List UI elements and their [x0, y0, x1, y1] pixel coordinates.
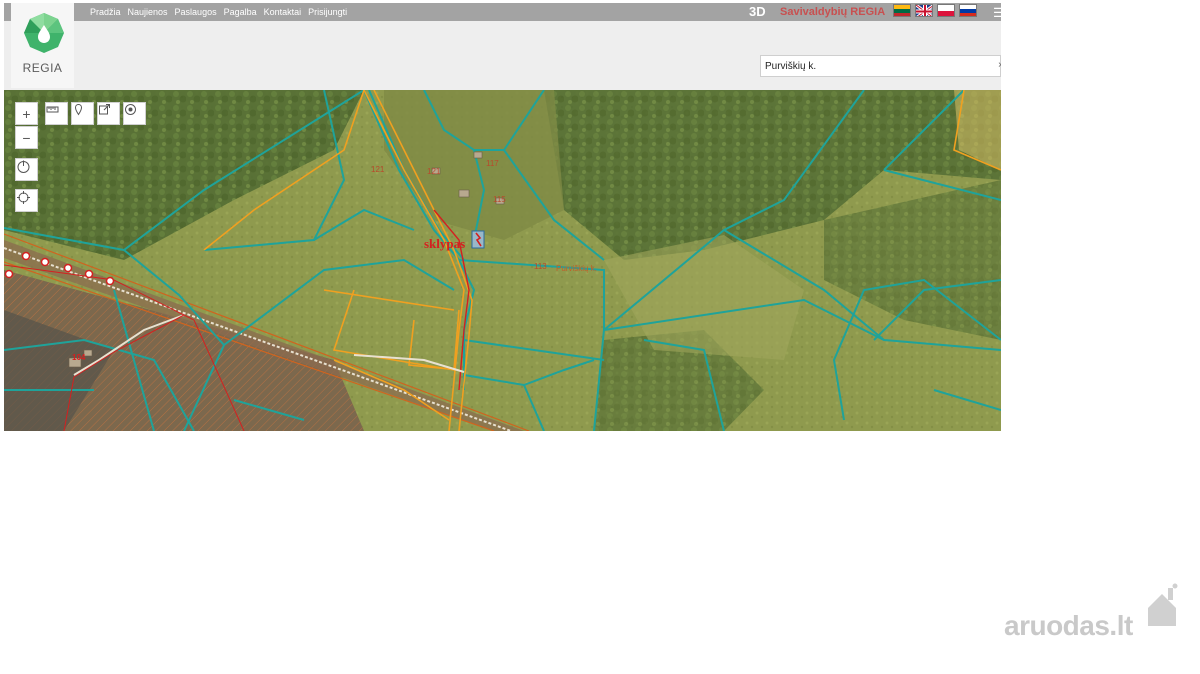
- house-icon: [1148, 583, 1178, 626]
- zoom-out-icon: −: [22, 129, 31, 146]
- parcel-label: 117: [486, 159, 499, 168]
- main-nav: Pradžia Naujienos Paslaugos Pagalba Kont…: [90, 6, 347, 18]
- plot-label: sklypas: [424, 236, 466, 251]
- nav-item-kontaktai[interactable]: Kontaktai: [264, 6, 302, 18]
- parcel-label: 104: [72, 353, 86, 362]
- menu-icon[interactable]: ☰: [993, 5, 1001, 21]
- 3d-toggle-button[interactable]: 3D: [749, 4, 766, 19]
- close-icon[interactable]: ×: [998, 60, 1001, 71]
- header: ×: [4, 21, 1001, 90]
- logo[interactable]: REGIA: [11, 3, 74, 88]
- measure-icon: [46, 106, 59, 113]
- nav-item-prisijungti[interactable]: Prisijungti: [308, 6, 347, 18]
- logo-text: REGIA: [22, 61, 63, 75]
- crosshair-icon: [17, 191, 30, 204]
- export-button[interactable]: [97, 102, 120, 125]
- aerial-map: [4, 90, 1001, 431]
- ru-flag-icon[interactable]: [959, 4, 977, 17]
- nav-item-naujienos[interactable]: Naujienos: [128, 6, 168, 18]
- search-box[interactable]: ×: [760, 55, 1001, 77]
- watermark: aruodas.lt: [1004, 582, 1184, 642]
- lt-flag-icon[interactable]: [893, 4, 911, 17]
- regia-app-window: Pradžia Naujienos Paslaugos Pagalba Kont…: [4, 3, 1001, 431]
- nav-item-pradzia[interactable]: Pradžia: [90, 6, 121, 18]
- target-button[interactable]: [123, 102, 146, 125]
- watermark-text: aruodas.lt: [1004, 610, 1133, 641]
- nav-item-pagalba[interactable]: Pagalba: [224, 6, 257, 18]
- zoom-out-button[interactable]: −: [15, 126, 38, 149]
- power-button[interactable]: [15, 158, 38, 181]
- target-icon: [125, 104, 136, 115]
- marker-icon: [74, 103, 83, 116]
- parcel-label: 113: [534, 262, 547, 271]
- zoom-in-button[interactable]: +: [15, 102, 38, 125]
- nav-item-paslaugos[interactable]: Paslaugos: [175, 6, 217, 18]
- zoom-in-icon: +: [22, 105, 31, 122]
- gb-flag-icon[interactable]: [915, 4, 933, 17]
- parcel-label: 121: [371, 165, 385, 174]
- parcel-label: 115: [493, 195, 506, 204]
- marker-button[interactable]: [71, 102, 94, 125]
- pl-flag-icon[interactable]: [937, 4, 955, 17]
- regia-logo-icon: [24, 13, 64, 53]
- locate-button[interactable]: [15, 189, 38, 212]
- search-input[interactable]: [765, 59, 985, 74]
- map-view[interactable]: 121 121 117 115 113 104 sklypas Purviški…: [4, 90, 1001, 431]
- power-icon: [17, 160, 30, 173]
- measure-button[interactable]: [45, 102, 68, 125]
- village-label: Purviškių k.: [556, 264, 597, 273]
- top-bar: Pradžia Naujienos Paslaugos Pagalba Kont…: [4, 3, 1001, 21]
- export-icon: [99, 104, 110, 115]
- parcel-label: 121: [427, 167, 441, 176]
- brand-title: Savivaldybių REGIA: [780, 6, 886, 18]
